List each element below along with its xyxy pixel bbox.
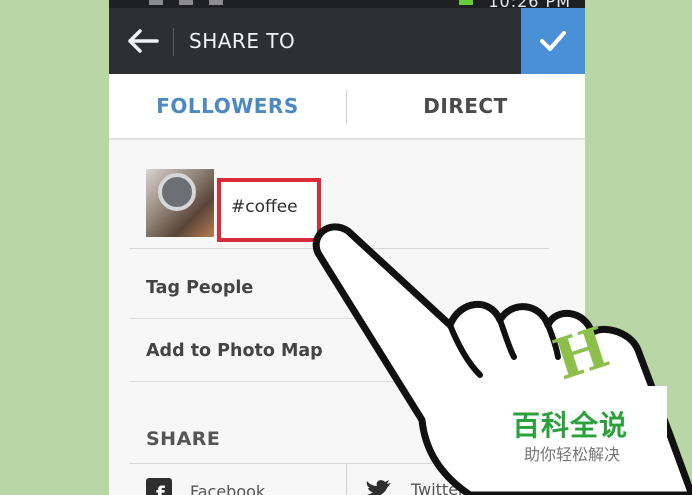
screenshot-icon xyxy=(209,0,223,5)
gallery-icon xyxy=(179,0,193,5)
watermark-tagline: 助你轻松解决 xyxy=(524,445,621,464)
watermark-box: 百科全说 助你轻松解决 xyxy=(492,386,667,469)
share-tabs: FOLLOWERS DIRECT xyxy=(109,74,585,140)
back-button[interactable] xyxy=(121,20,165,62)
title-divider xyxy=(173,28,174,56)
battery-icon xyxy=(459,0,473,5)
facebook-icon: f xyxy=(146,478,172,495)
caption-text: #coffee xyxy=(231,197,298,217)
facebook-label: Facebook xyxy=(190,481,266,495)
facebook-share-button[interactable]: f Facebook xyxy=(146,478,265,495)
watermark-brand: 百科全说 xyxy=(512,409,629,442)
photo-thumbnail xyxy=(146,169,214,237)
photo-map-label: Add to Photo Map xyxy=(146,341,323,361)
confirm-share-button[interactable] xyxy=(521,8,585,74)
tag-people-label: Tag People xyxy=(146,278,254,298)
thumbnail-clock-image xyxy=(158,173,196,211)
status-bar: 10:26 PM xyxy=(109,0,585,11)
notification-icon xyxy=(149,0,163,5)
checkmark-icon xyxy=(540,31,566,51)
tab-direct[interactable]: DIRECT xyxy=(347,74,584,138)
page-title: SHARE TO xyxy=(189,29,296,53)
tab-followers[interactable]: FOLLOWERS xyxy=(109,74,346,138)
share-heading: SHARE xyxy=(146,428,221,450)
title-bar: SHARE TO xyxy=(109,8,585,74)
back-arrow-icon xyxy=(128,29,159,53)
